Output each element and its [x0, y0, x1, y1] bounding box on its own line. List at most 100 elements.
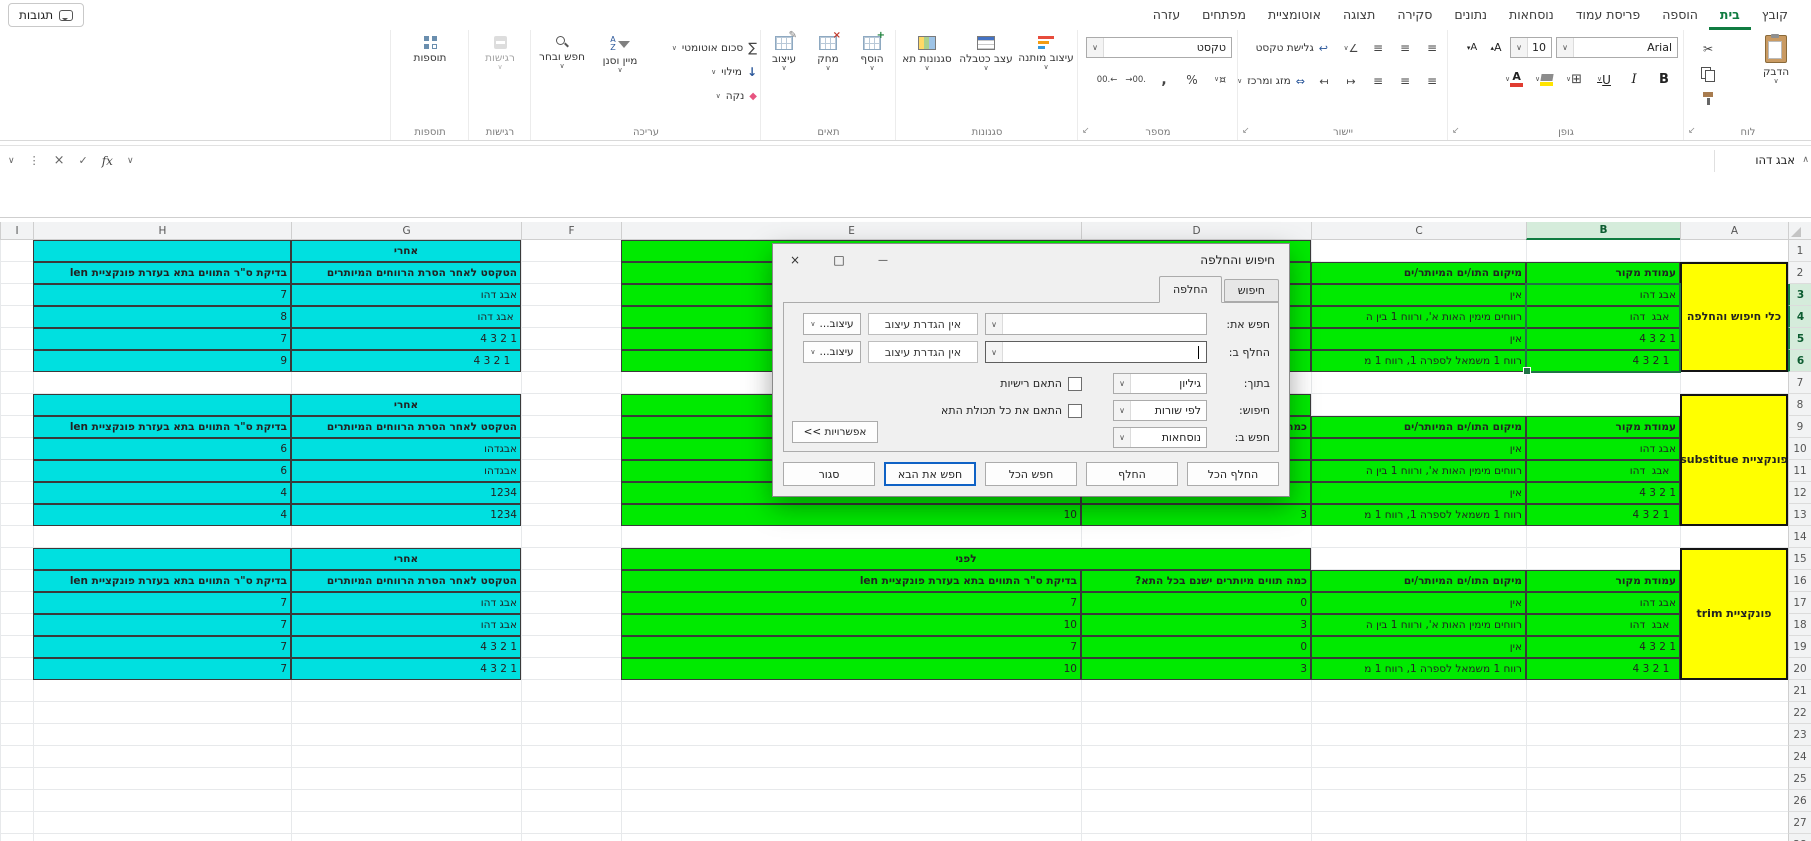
- cell-C10[interactable]: אין: [1311, 438, 1526, 460]
- ribbon-tab-2[interactable]: בית: [1708, 0, 1751, 30]
- ribbon-tab-5[interactable]: נוסחאות: [1498, 0, 1565, 30]
- cell-A22[interactable]: [1680, 702, 1788, 724]
- cell-G1[interactable]: אחרי: [291, 240, 521, 262]
- maximize-icon[interactable]: □: [817, 244, 861, 276]
- cell-E23[interactable]: [621, 724, 1081, 746]
- cell-H11[interactable]: 6: [33, 460, 291, 482]
- cell-I22[interactable]: [0, 702, 33, 724]
- column-header-G[interactable]: G: [291, 222, 521, 240]
- replace-with-input[interactable]: [985, 341, 1207, 363]
- cell-H3[interactable]: 7: [33, 284, 291, 306]
- ribbon-tab-8[interactable]: תצוגה: [1332, 0, 1386, 30]
- column-header-I[interactable]: I: [0, 222, 33, 240]
- cell-C14[interactable]: [1311, 526, 1526, 548]
- cell-H10[interactable]: 6: [33, 438, 291, 460]
- cell-B5[interactable]: 1 2 3 4: [1526, 328, 1680, 350]
- cell-A26[interactable]: [1680, 790, 1788, 812]
- close-icon[interactable]: ×: [773, 244, 817, 276]
- cell-E17[interactable]: 7: [621, 592, 1081, 614]
- options-button[interactable]: אפשרויות >>: [792, 421, 878, 443]
- underline-button[interactable]: U ∨: [1594, 70, 1614, 89]
- cell-F11[interactable]: [521, 460, 621, 482]
- cell-I1[interactable]: [0, 240, 33, 262]
- cell-I13[interactable]: [0, 504, 33, 526]
- autosum-button[interactable]: ∑ סכום אוטומטי ∨: [672, 37, 757, 59]
- select-all-corner[interactable]: [1788, 222, 1811, 240]
- cell-A21[interactable]: [1680, 680, 1788, 702]
- cell-F24[interactable]: [521, 746, 621, 768]
- cell-H23[interactable]: [33, 724, 291, 746]
- format-as-table-button[interactable]: עצב כטבלה ∨: [957, 36, 1015, 72]
- comma-style-button[interactable]: ,: [1154, 70, 1174, 89]
- cell-G22[interactable]: [291, 702, 521, 724]
- column-header-A[interactable]: A: [1680, 222, 1788, 240]
- cell-B9[interactable]: עמודת מקור: [1526, 416, 1680, 438]
- cell-F23[interactable]: [521, 724, 621, 746]
- enter-icon[interactable]: ✓: [79, 154, 88, 167]
- cell-E19[interactable]: 7: [621, 636, 1081, 658]
- copy-button[interactable]: [1698, 64, 1718, 83]
- align-left-icon[interactable]: ≡: [1368, 72, 1388, 91]
- cell-B15[interactable]: [1526, 548, 1680, 570]
- find-what-input[interactable]: [985, 313, 1207, 335]
- decrease-indent-icon[interactable]: ↦: [1341, 72, 1361, 91]
- formula-bar[interactable]: ∨ ⋮ × ✓ fx ∨ אבג דהו ∧: [0, 145, 1811, 218]
- cell-H6[interactable]: 9: [33, 350, 291, 372]
- cell-A8[interactable]: פונקציית substitue: [1680, 394, 1788, 526]
- cell-B11[interactable]: אבג דהו: [1526, 460, 1680, 482]
- cell-H14[interactable]: [33, 526, 291, 548]
- cell-G15[interactable]: אחרי: [291, 548, 521, 570]
- formula-bar-collapse-icon[interactable]: ∧: [1802, 155, 1809, 165]
- align-bottom-icon[interactable]: ≡: [1368, 39, 1388, 58]
- cell-F20[interactable]: [521, 658, 621, 680]
- row-header-4[interactable]: 4: [1788, 306, 1811, 328]
- cell-E24[interactable]: [621, 746, 1081, 768]
- accounting-format-button[interactable]: ¤ ∨: [1210, 70, 1230, 89]
- cell-C2[interactable]: מיקום התו/ים המיותר/ים: [1311, 262, 1526, 284]
- replace-format-button[interactable]: עיצוב... ∨: [803, 341, 861, 363]
- row-header-25[interactable]: 25: [1788, 768, 1811, 790]
- comments-button[interactable]: תגובות: [8, 3, 85, 27]
- cell-E27[interactable]: [621, 812, 1081, 834]
- cell-B17[interactable]: אבג דהו: [1526, 592, 1680, 614]
- font-size-select[interactable]: 10: [1510, 37, 1552, 58]
- column-header-H[interactable]: H: [33, 222, 291, 240]
- tab-find[interactable]: חיפוש: [1223, 279, 1279, 302]
- cell-H27[interactable]: [33, 812, 291, 834]
- cell-I5[interactable]: [0, 328, 33, 350]
- cell-D15[interactable]: לפני: [621, 548, 1311, 570]
- cell-F12[interactable]: [521, 482, 621, 504]
- cell-I23[interactable]: [0, 724, 33, 746]
- ribbon-tab-1[interactable]: קובץ: [1751, 0, 1799, 30]
- find-next-button[interactable]: חפש את הבא: [884, 462, 976, 486]
- cell-A28[interactable]: [1680, 834, 1788, 841]
- look-in-select[interactable]: נוסחאות: [1113, 427, 1207, 448]
- cell-I3[interactable]: [0, 284, 33, 306]
- cell-F22[interactable]: [521, 702, 621, 724]
- replace-button[interactable]: החלף: [1086, 462, 1178, 486]
- cell-E16[interactable]: בדיקת ס"ר התווים בתא בעזרת פונקציית len: [621, 570, 1081, 592]
- cell-H24[interactable]: [33, 746, 291, 768]
- cell-B10[interactable]: אבג דהו: [1526, 438, 1680, 460]
- row-header-2[interactable]: 2: [1788, 262, 1811, 284]
- column-header-D[interactable]: D: [1081, 222, 1311, 240]
- cell-E26[interactable]: [621, 790, 1081, 812]
- row-header-1[interactable]: 1: [1788, 240, 1811, 262]
- cut-button[interactable]: ✂: [1698, 39, 1718, 58]
- cell-I20[interactable]: [0, 658, 33, 680]
- cell-B26[interactable]: [1526, 790, 1680, 812]
- cell-H7[interactable]: [33, 372, 291, 394]
- percent-style-button[interactable]: %: [1182, 70, 1202, 89]
- match-entire-option[interactable]: התאם את כל תכולת התא: [941, 403, 1082, 418]
- find-all-button[interactable]: חפש הכל: [985, 462, 1077, 486]
- row-header-19[interactable]: 19: [1788, 636, 1811, 658]
- column-header-F[interactable]: F: [521, 222, 621, 240]
- cell-G23[interactable]: [291, 724, 521, 746]
- cell-B22[interactable]: [1526, 702, 1680, 724]
- cell-I25[interactable]: [0, 768, 33, 790]
- row-header-9[interactable]: 9: [1788, 416, 1811, 438]
- cell-F26[interactable]: [521, 790, 621, 812]
- clipboard-dialog-launcher-icon[interactable]: ↙: [1688, 126, 1696, 136]
- cell-D23[interactable]: [1081, 724, 1311, 746]
- cell-I12[interactable]: [0, 482, 33, 504]
